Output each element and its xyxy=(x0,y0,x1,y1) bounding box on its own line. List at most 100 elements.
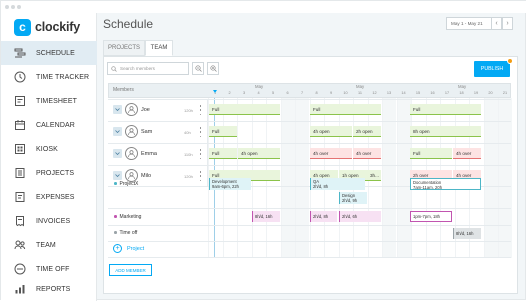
logo-icon: c xyxy=(14,18,31,36)
assignment-block[interactable]: QA 2h/d, 8h xyxy=(310,178,365,190)
publish-button[interactable]: PUBLISH xyxy=(474,61,510,77)
day-number: 4 xyxy=(257,91,260,95)
user-icon xyxy=(128,150,135,158)
sidebar-item-time-tracker[interactable]: TIME TRACKER xyxy=(1,65,97,89)
day-number: 5 xyxy=(271,91,275,95)
day-number: 16 xyxy=(430,91,435,95)
sidebar-item-label: INVOICES xyxy=(36,217,71,225)
sidebar-item-expenses[interactable]: EXPENSES xyxy=(1,185,97,209)
day-number: 21 xyxy=(502,91,508,95)
expand-chevron-icon[interactable] xyxy=(113,149,122,158)
member-row: Joe 120h xyxy=(108,99,208,121)
user-icon xyxy=(128,172,135,180)
assignment-block[interactable]: Documentation 7am-11am, 20h xyxy=(410,178,481,190)
tab-team[interactable]: TEAM xyxy=(145,40,173,56)
sidebar-item-label: KIOSK xyxy=(36,145,58,153)
sidebar-item-label: TIME TRACKER xyxy=(36,73,90,81)
row-divider xyxy=(108,257,511,258)
day-number: 10 xyxy=(343,91,348,95)
sidebar-item-label: CALENDAR xyxy=(36,121,75,129)
project-label-time-off: Time off xyxy=(114,230,137,236)
zoom-in-button[interactable] xyxy=(207,62,219,75)
row-divider xyxy=(108,225,511,226)
column-separator xyxy=(295,98,296,258)
capacity-bar: 4h over xyxy=(453,148,481,159)
window-dot xyxy=(11,5,15,9)
project-color-dot xyxy=(114,215,117,218)
sidebar-item-reports[interactable]: REPORTS xyxy=(1,277,97,301)
capacity-bar: 4h open xyxy=(238,148,280,159)
add-project-button[interactable]: + Project xyxy=(113,244,144,253)
column-separator xyxy=(498,98,499,258)
more-options-icon[interactable] xyxy=(199,149,202,159)
assignment-block[interactable]: Design 2h/d, 9h xyxy=(339,192,367,204)
sidebar-item-kiosk[interactable]: KIOSK xyxy=(1,137,97,161)
expenses-icon xyxy=(14,191,26,203)
app-window: c clockify SCHEDULE TIME TRACKER TIMESHE… xyxy=(0,0,526,301)
sidebar-item-calendar[interactable]: CALENDAR xyxy=(1,113,97,137)
avatar xyxy=(125,147,138,160)
weekend-column xyxy=(280,98,295,258)
capacity-bar: Full xyxy=(209,148,237,159)
member-row: Sam 40h xyxy=(108,121,208,143)
sidebar-item-label: REPORTS xyxy=(36,285,71,293)
assignment-block[interactable]: 8h/d, 16h xyxy=(252,211,280,222)
sidebar-item-schedule[interactable]: SCHEDULE xyxy=(1,41,97,65)
plus-icon: + xyxy=(113,244,122,253)
capacity-bar: 3h... xyxy=(367,170,381,181)
search-input[interactable]: Search members xyxy=(107,62,189,75)
title-bar xyxy=(1,1,526,13)
expand-chevron-icon[interactable] xyxy=(113,127,122,136)
sidebar-item-label: SCHEDULE xyxy=(36,49,75,57)
capacity-bar: 2h open xyxy=(353,126,381,137)
today-marker-icon xyxy=(213,90,217,93)
next-range-button[interactable]: › xyxy=(502,17,513,30)
sidebar-item-timesheet[interactable]: TIMESHEET xyxy=(1,89,97,113)
member-name: Joe xyxy=(141,107,150,113)
day-number: 8 xyxy=(315,91,318,95)
assignment-block[interactable]: 1pm-7pm, 18h xyxy=(410,211,452,222)
sidebar-item-label: TEAM xyxy=(36,241,56,249)
more-options-icon[interactable] xyxy=(199,171,202,181)
member-hours: 120h xyxy=(184,174,193,179)
sidebar-item-projects[interactable]: PROJECTS xyxy=(1,161,97,185)
day-number: 15 xyxy=(415,91,421,95)
member-name: Sam xyxy=(141,129,153,135)
more-options-icon[interactable] xyxy=(199,105,202,115)
assignment-block[interactable]: 2h/d, 6h xyxy=(339,211,381,222)
capacity-bar: 8h open xyxy=(410,126,481,137)
member-hours: 110h xyxy=(184,152,193,157)
member-hours: 120h xyxy=(184,108,193,113)
projects-icon xyxy=(14,167,26,179)
sidebar-item-team[interactable]: TEAM xyxy=(1,233,97,257)
logo[interactable]: c clockify xyxy=(14,18,80,36)
assignment-block[interactable]: 2h/d, 8h xyxy=(310,211,337,222)
timesheet-icon xyxy=(14,95,26,107)
zoom-out-button[interactable] xyxy=(192,62,204,75)
capacity-bar: 4h over xyxy=(310,148,352,159)
add-project-label: Project xyxy=(127,245,145,252)
day-number: 19 xyxy=(473,91,479,95)
schedule-icon xyxy=(14,47,26,59)
sidebar-item-invoices[interactable]: INVOICES xyxy=(1,209,97,233)
project-label-projectx: ProjectX xyxy=(114,181,138,187)
weekend-column xyxy=(498,98,512,258)
assignment-block[interactable]: Development 9am-6pm, 22h xyxy=(209,178,251,190)
member-hours: 40h xyxy=(184,130,191,135)
prev-range-button[interactable]: ‹ xyxy=(491,17,502,30)
weekend-column xyxy=(382,98,396,258)
project-label-marketing: Marketing xyxy=(114,214,141,220)
weekend-column xyxy=(295,98,309,258)
member-name: Milo xyxy=(141,173,152,179)
assignment-block[interactable]: 8h/d, 16h xyxy=(453,228,481,239)
more-options-icon[interactable] xyxy=(199,127,202,137)
add-member-button[interactable]: ADD MEMBER xyxy=(109,264,152,276)
expand-chevron-icon[interactable] xyxy=(113,171,122,180)
assignment-detail: 7am-11am, 20h xyxy=(413,185,443,190)
calendar-icon xyxy=(14,119,26,131)
tab-projects[interactable]: PROJECTS xyxy=(103,40,145,56)
expand-chevron-icon[interactable] xyxy=(113,105,122,114)
day-number: 14 xyxy=(401,91,406,95)
day-number: 7 xyxy=(300,91,304,95)
notification-badge xyxy=(507,58,513,64)
